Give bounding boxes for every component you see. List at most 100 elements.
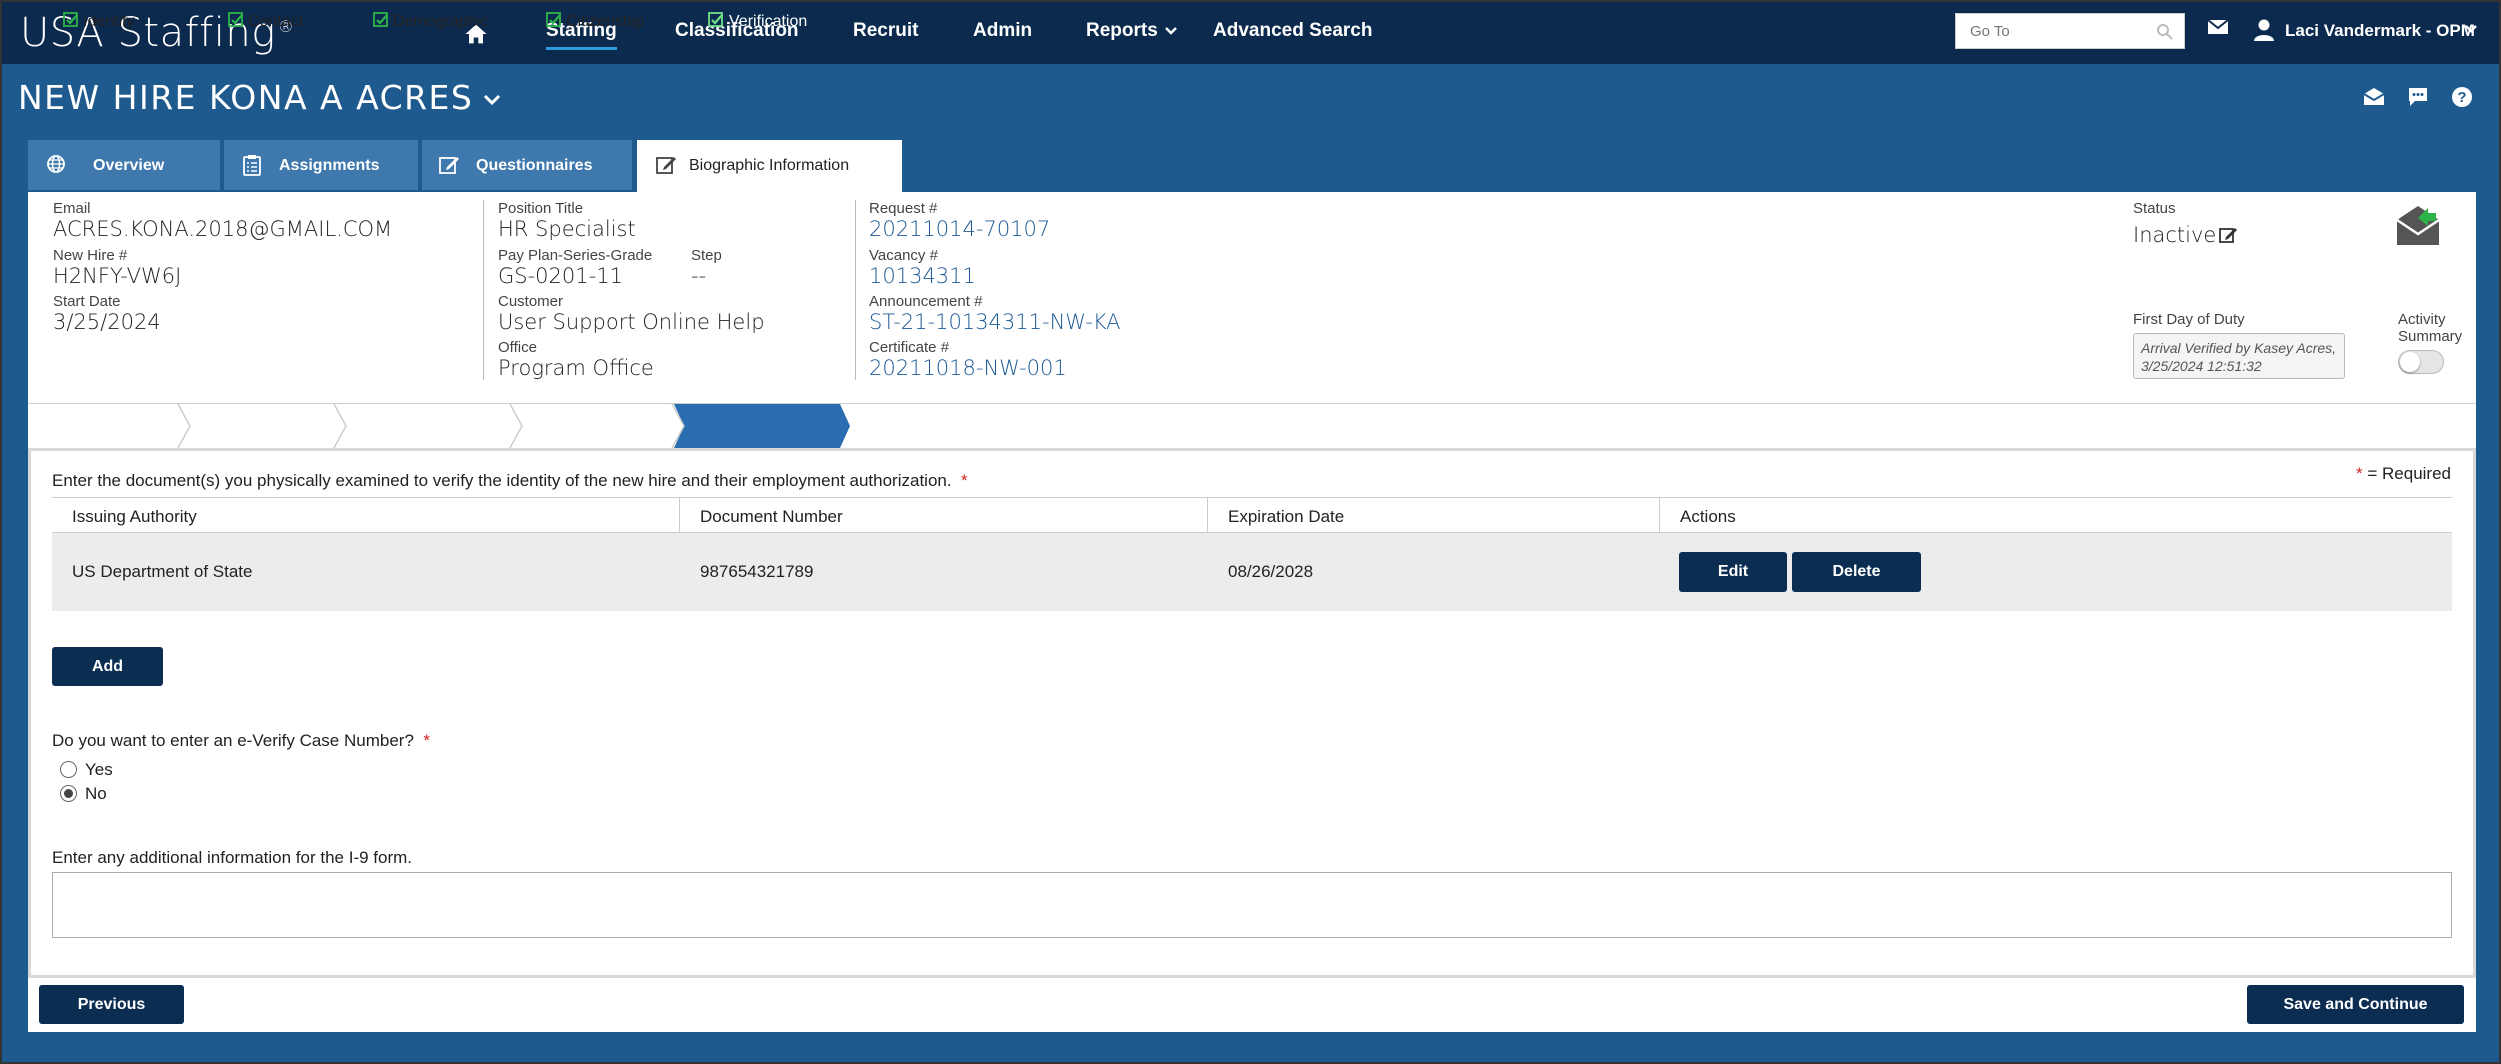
tab-questionnaires[interactable]: Questionnaires: [422, 140, 632, 190]
activity-summary-toggle[interactable]: [2398, 350, 2444, 374]
start-date-value: 3/25/2024: [53, 310, 161, 334]
activity-summary-label: Activity Summary: [2398, 311, 2463, 345]
start-date-label: Start Date: [53, 293, 121, 310]
clipboard-icon: [243, 155, 261, 176]
email-value: ACRES.KONA.2018@GMAIL.COM: [53, 217, 393, 241]
radio-no[interactable]: [60, 785, 77, 802]
nav-recruit[interactable]: Recruit: [853, 20, 918, 42]
customer-value: User Support Online Help: [498, 310, 765, 334]
step-identity-label: Identity: [83, 13, 135, 30]
form-footer: [28, 978, 2476, 1032]
nav-reports[interactable]: Reports: [1086, 20, 1178, 42]
step-citizenship-label: Citizenship: [566, 13, 645, 30]
column-divider: [1659, 498, 1660, 534]
chevron-down-icon: [484, 94, 501, 105]
steps-chevron-background: [177, 404, 850, 448]
column-header: Actions: [1680, 507, 1736, 526]
radio-yes[interactable]: [60, 761, 77, 778]
page-title[interactable]: NEW HIRE KONA A ACRES: [18, 78, 501, 117]
tab-overview[interactable]: Overview: [28, 140, 220, 190]
no-label: No: [85, 784, 107, 803]
tab-overview-label: Overview: [93, 157, 165, 174]
globe-icon: [47, 155, 65, 173]
additional-info-textarea[interactable]: [52, 872, 2452, 938]
info-divider: [855, 200, 856, 380]
step-label: Step: [691, 247, 722, 264]
tab-biographic-information-label: Biographic Information: [689, 157, 850, 174]
envelope-open-icon[interactable]: [2362, 86, 2386, 106]
document-instructions: Enter the document(s) you physically exa…: [52, 471, 968, 491]
user-menu[interactable]: Laci Vandermark - OPM: [2285, 21, 2475, 41]
pay-plan-value: GS-0201-11: [498, 264, 623, 288]
top-navigation-bar: USA Staffing ® Staffing Classification Re…: [0, 0, 2501, 64]
help-icon[interactable]: ?: [2451, 86, 2473, 108]
delete-button[interactable]: Delete: [1792, 552, 1921, 592]
status-label: Status: [2133, 200, 2176, 217]
check-icon: [546, 12, 561, 27]
column-header: Document Number: [700, 507, 843, 526]
issuing-authority-cell: US Department of State: [72, 562, 253, 581]
certificate-number-label: Certificate #: [869, 339, 950, 356]
edit-button[interactable]: Edit: [1679, 552, 1787, 592]
additional-info-label: Enter any additional information for the…: [52, 848, 413, 867]
save-and-continue-button[interactable]: Save and Continue: [2247, 985, 2464, 1024]
required-legend: * = Required: [2356, 464, 2451, 483]
nav-advanced-search[interactable]: Advanced Search: [1213, 20, 1372, 42]
page-title-text: NEW HIRE KONA A ACRES: [18, 78, 474, 117]
tab-assignments[interactable]: Assignments: [224, 140, 418, 190]
required-asterisk: *: [413, 731, 430, 750]
check-icon: [373, 12, 388, 27]
nav-reports-label: Reports: [1086, 20, 1158, 41]
svg-text:?: ?: [2457, 89, 2466, 106]
tab-biographic-information[interactable]: Biographic Information: [637, 140, 902, 192]
position-title-label: Position Title: [498, 200, 584, 217]
pay-plan-label: Pay Plan-Series-Grade: [498, 247, 653, 264]
section-steps: [28, 404, 2476, 448]
document-number-cell: 987654321789: [700, 562, 814, 581]
yes-label: Yes: [85, 760, 113, 779]
first-day-of-duty-label: First Day of Duty: [2133, 311, 2245, 328]
goto-placeholder: Go To: [1970, 23, 2010, 40]
instructions-text: Enter the document(s) you physically exa…: [52, 471, 952, 490]
chevron-down-icon[interactable]: [2464, 24, 2478, 34]
step-demographic-label: Demographic: [393, 13, 489, 30]
tab-questionnaires-label: Questionnaires: [476, 157, 593, 174]
check-icon: [228, 12, 243, 27]
goto-search-input[interactable]: Go To: [1955, 13, 2185, 49]
arrival-verified-note: Arrival Verified by Kasey Acres, 3/25/20…: [2133, 333, 2345, 379]
column-divider: [1207, 498, 1208, 534]
everify-no-option[interactable]: No: [60, 784, 107, 804]
announcement-number-link[interactable]: ST-21-10134311-NW-KA: [869, 310, 1121, 334]
user-icon[interactable]: [2253, 18, 2275, 42]
new-hire-info-panel: [28, 192, 2476, 404]
step-value: --: [691, 264, 707, 288]
add-document-button[interactable]: Add: [52, 647, 163, 686]
documents-table-header: Issuing Authority Document Number Expira…: [52, 497, 2452, 534]
edit-icon: [656, 157, 676, 174]
request-number-link[interactable]: 20211014-70107: [869, 217, 1050, 241]
required-legend-text: = Required: [2367, 464, 2451, 483]
email-label: Email: [53, 200, 91, 217]
step-verification-label: Verification: [729, 13, 808, 30]
check-icon: [63, 12, 78, 27]
column-header: Expiration Date: [1228, 507, 1345, 526]
request-number-label: Request #: [869, 200, 938, 217]
column-divider: [679, 498, 680, 534]
vacancy-number-link[interactable]: 10134311: [869, 264, 976, 288]
everify-question: Do you want to enter an e-Verify Case Nu…: [52, 731, 430, 751]
everify-yes-option[interactable]: Yes: [60, 760, 113, 780]
tab-assignments-label: Assignments: [279, 157, 380, 174]
certificate-number-link[interactable]: 20211018-NW-001: [869, 356, 1067, 380]
edit-status-icon[interactable]: [2218, 225, 2238, 245]
position-title-value: HR Specialist: [498, 217, 636, 241]
previous-button[interactable]: Previous: [39, 985, 184, 1024]
edit-icon: [439, 157, 459, 174]
nav-admin[interactable]: Admin: [973, 20, 1032, 42]
search-icon[interactable]: [2156, 23, 2174, 41]
customer-label: Customer: [498, 293, 564, 310]
announcement-number-label: Announcement #: [869, 293, 983, 310]
arrival-envelope-icon: [2396, 206, 2440, 245]
comment-icon[interactable]: [2407, 86, 2429, 108]
everify-question-text: Do you want to enter an e-Verify Case Nu…: [52, 731, 414, 750]
mail-icon[interactable]: [2207, 18, 2229, 36]
